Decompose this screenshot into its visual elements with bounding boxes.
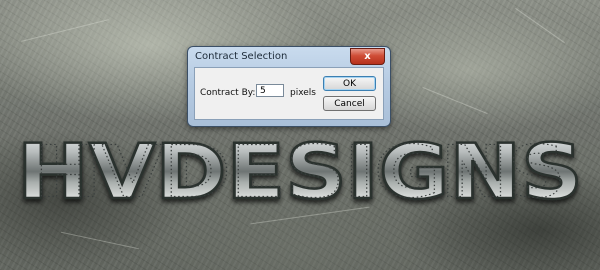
contract-by-input[interactable]: 5 bbox=[256, 84, 284, 97]
ok-button[interactable]: OK bbox=[323, 76, 376, 91]
contract-by-label: Contract By: bbox=[200, 88, 256, 98]
pixels-label: pixels bbox=[290, 88, 316, 98]
close-button[interactable]: x bbox=[350, 48, 385, 65]
dialog-titlebar[interactable]: Contract Selection x bbox=[188, 47, 390, 67]
hvdesigns-metal-title: HVDESIGNS HVDESIGNS bbox=[0, 128, 600, 212]
contract-selection-dialog: Contract Selection x Contract By: 5 pixe… bbox=[187, 46, 391, 127]
dialog-content: Contract By: 5 pixels OK Cancel bbox=[194, 67, 384, 120]
close-icon: x bbox=[364, 50, 371, 62]
title-stitch-overlay: HVDESIGNS bbox=[34, 130, 566, 212]
cancel-button[interactable]: Cancel bbox=[323, 96, 376, 111]
dialog-title: Contract Selection bbox=[195, 51, 288, 62]
